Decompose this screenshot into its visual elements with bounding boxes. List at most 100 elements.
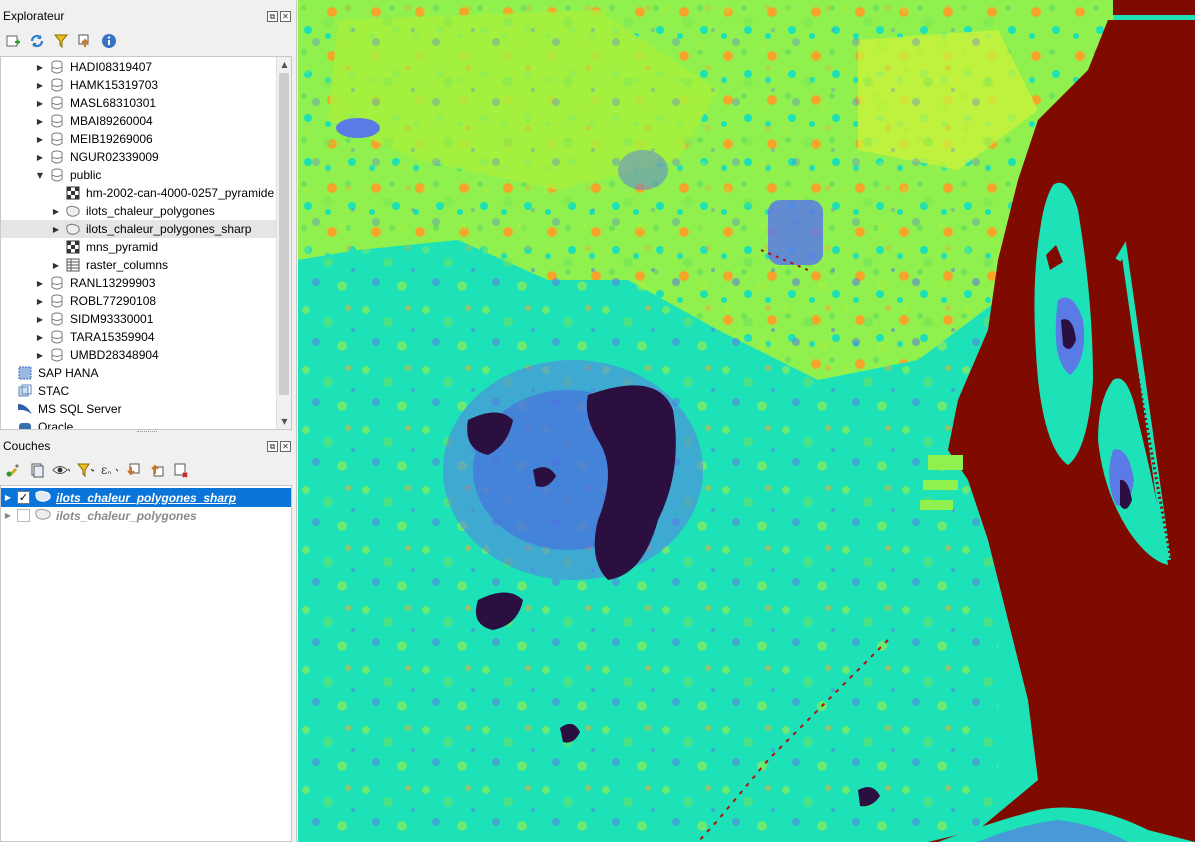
browser-item[interactable]: ▶ RANL13299903 [1, 274, 277, 292]
collapsed-arrow-icon[interactable]: ▶ [35, 130, 45, 148]
layers-toolbar: εⁿ [0, 457, 297, 483]
scroll-up-arrow-icon[interactable]: ▲ [277, 57, 291, 72]
collapsed-arrow-icon[interactable]: ▶ [1, 489, 15, 507]
add-group-icon[interactable] [28, 461, 46, 479]
layer-item[interactable]: ▶ ilots_chaleur_polygones [1, 506, 291, 525]
browser-item-label: RANL13299903 [70, 276, 156, 290]
panel-splitter[interactable] [137, 431, 157, 434]
raster-layer-icon [65, 239, 81, 255]
refresh-icon[interactable] [28, 32, 46, 50]
browser-provider-item[interactable]: MS SQL Server [1, 400, 277, 418]
database-schema-icon [49, 311, 65, 327]
browser-item[interactable]: ▶ ilots_chaleur_polygones [1, 202, 277, 220]
float-icon[interactable]: ⧉ [267, 440, 278, 452]
browser-item[interactable]: ▶ MEIB19269006 [1, 130, 277, 148]
collapsed-arrow-icon[interactable]: ▶ [35, 94, 45, 112]
database-schema-icon [49, 275, 65, 291]
close-icon[interactable]: ✕ [280, 440, 291, 452]
browser-provider-label: STAC [38, 384, 70, 398]
browser-item[interactable]: ▶ HADI08319407 [1, 58, 277, 76]
browser-item-label: UMBD28348904 [70, 348, 159, 362]
browser-item[interactable]: ▶ MBAI89260004 [1, 112, 277, 130]
layer-visibility-checkbox[interactable] [17, 509, 30, 522]
layers-panel-header: Couches ⧉ ✕ [0, 435, 297, 457]
svg-text:ⁿ: ⁿ [108, 469, 111, 478]
database-schema-icon [49, 149, 65, 165]
raster-layer-icon [65, 185, 81, 201]
collapsed-arrow-icon[interactable]: ▶ [51, 256, 61, 274]
collapsed-arrow-icon[interactable]: ▶ [35, 58, 45, 76]
expand-all-icon[interactable] [124, 461, 142, 479]
polygon-layer-icon [34, 507, 52, 524]
browser-item-label: MASL68310301 [70, 96, 157, 110]
properties-info-icon[interactable] [100, 32, 118, 50]
collapsed-arrow-icon[interactable]: ▶ [35, 346, 45, 364]
browser-provider-label: Oracle [38, 420, 74, 430]
filter-icon[interactable] [52, 32, 70, 50]
browser-item[interactable]: ▶ raster_columns [1, 256, 277, 274]
browser-item[interactable]: hm-2002-can-4000-0257_pyramide [1, 184, 277, 202]
collapsed-arrow-icon[interactable]: ▶ [35, 148, 45, 166]
browser-item[interactable]: ▼ public [1, 166, 277, 184]
browser-item[interactable]: ▶ HAMK15319703 [1, 76, 277, 94]
browser-item-label: HAMK15319703 [70, 78, 159, 92]
collapsed-arrow-icon[interactable]: ▶ [35, 112, 45, 130]
browser-item-label: ilots_chaleur_polygones [86, 204, 215, 218]
database-schema-icon [49, 113, 65, 129]
browser-item[interactable]: ▶ ilots_chaleur_polygones_sharp [1, 220, 277, 238]
collapsed-arrow-icon[interactable]: ▶ [35, 292, 45, 310]
map-canvas[interactable] [298, 0, 1195, 842]
browser-item-label: raster_columns [86, 258, 169, 272]
float-icon[interactable]: ⧉ [267, 10, 278, 22]
style-brush-icon[interactable] [4, 461, 22, 479]
collapse-layers-icon[interactable] [148, 461, 166, 479]
browser-provider-label: SAP HANA [38, 366, 99, 380]
filter-expression-icon[interactable]: εⁿ [100, 461, 118, 479]
browser-panel-title: Explorateur [3, 9, 65, 23]
browser-tree[interactable]: ▶ HADI08319407 ▶ HAMK15319703 ▶ MASL68310301 ▶… [0, 56, 292, 430]
database-schema-icon [49, 329, 65, 345]
browser-item-label: public [70, 168, 102, 182]
close-icon[interactable]: ✕ [280, 10, 291, 22]
layer-label: ilots_chaleur_polygones_sharp [56, 490, 237, 505]
browser-item-label: HADI08319407 [70, 60, 153, 74]
browser-item-label: ROBL77290108 [70, 294, 157, 308]
collapse-all-icon[interactable] [76, 32, 94, 50]
collapsed-arrow-icon[interactable]: ▶ [51, 220, 61, 238]
remove-layer-icon[interactable] [172, 461, 190, 479]
polygon-layer-icon [65, 221, 81, 237]
browser-item[interactable]: ▶ UMBD28348904 [1, 346, 277, 364]
browser-provider-label: MS SQL Server [38, 402, 122, 416]
collapsed-arrow-icon[interactable]: ▶ [35, 76, 45, 94]
expanded-arrow-icon[interactable]: ▼ [35, 166, 45, 184]
browser-item[interactable]: mns_pyramid [1, 238, 277, 256]
scroll-thumb[interactable] [279, 73, 289, 395]
qgis-window: Explorateur ⧉ ✕ ▶ HADI08319407 ▶ HAMK153… [0, 0, 1195, 842]
browser-item[interactable]: ▶ SIDM93330001 [1, 310, 277, 328]
layer-visibility-checkbox[interactable]: ✓ [17, 491, 30, 504]
browser-scrollbar[interactable]: ▲ ▼ [276, 57, 291, 429]
scroll-down-arrow-icon[interactable]: ▼ [277, 414, 291, 429]
browser-item[interactable]: ▶ TARA15359904 [1, 328, 277, 346]
oracle-icon [17, 419, 33, 429]
collapsed-arrow-icon[interactable]: ▶ [35, 328, 45, 346]
browser-toolbar [0, 28, 297, 54]
browser-provider-item[interactable]: STAC [1, 382, 277, 400]
browser-panel-header: Explorateur ⧉ ✕ [0, 5, 297, 27]
browser-item[interactable]: ▶ MASL68310301 [1, 94, 277, 112]
layer-item[interactable]: ▶ ✓ ilots_chaleur_polygones_sharp [1, 488, 291, 507]
collapsed-arrow-icon[interactable]: ▶ [35, 310, 45, 328]
collapsed-arrow-icon[interactable]: ▶ [1, 507, 15, 525]
stac-icon [17, 383, 33, 399]
collapsed-arrow-icon[interactable]: ▶ [51, 202, 61, 220]
browser-item[interactable]: ▶ NGUR02339009 [1, 148, 277, 166]
add-layer-icon[interactable] [4, 32, 22, 50]
filter-layers-icon[interactable] [76, 461, 94, 479]
browser-provider-item[interactable]: Oracle [1, 418, 277, 430]
layers-tree[interactable]: ▶ ✓ ilots_chaleur_polygones_sharp ▶ ilots_ch… [0, 485, 292, 842]
browser-provider-item[interactable]: SAP HANA [1, 364, 277, 382]
browser-item[interactable]: ▶ ROBL77290108 [1, 292, 277, 310]
visibility-eye-icon[interactable] [52, 461, 70, 479]
browser-item-label: ilots_chaleur_polygones_sharp [86, 222, 252, 236]
collapsed-arrow-icon[interactable]: ▶ [35, 274, 45, 292]
